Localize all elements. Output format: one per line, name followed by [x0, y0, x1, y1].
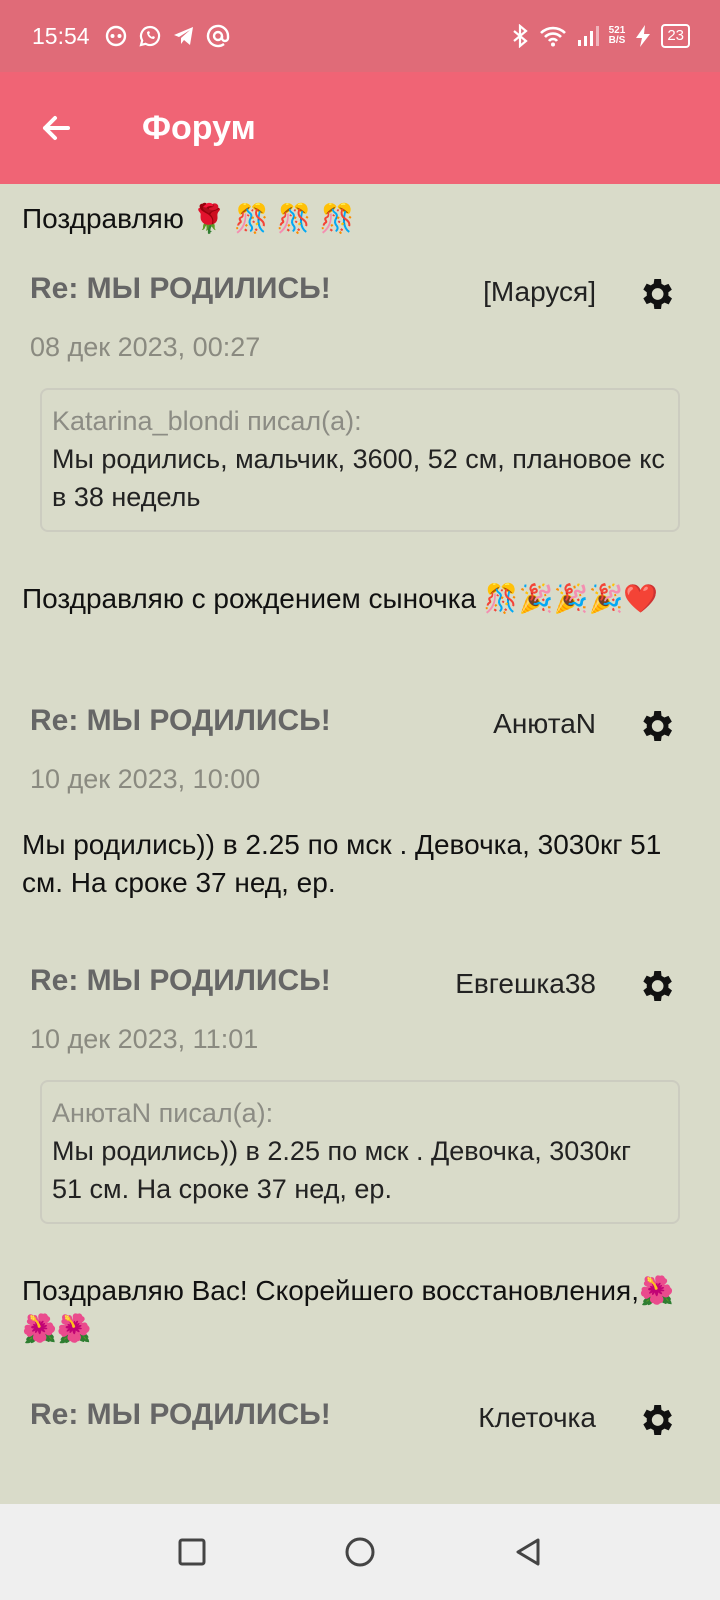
- post-title: Re: МЫ РОДИЛИСЬ!: [30, 704, 331, 737]
- post-text: Поздравляю Вас! Скорейшего восстановлени…: [22, 1275, 674, 1344]
- post-title: Re: МЫ РОДИЛИСЬ!: [30, 272, 331, 305]
- at-icon: [206, 24, 230, 48]
- home-circle-icon: [345, 1537, 375, 1567]
- home-button[interactable]: [330, 1522, 390, 1582]
- forum-post: Re: МЫ РОДИЛИСЬ! Евгешка38 10 дек 2023, …: [0, 952, 720, 1368]
- net-speed: 521 B/S: [609, 26, 626, 46]
- forum-post: Re: МЫ РОДИЛИСЬ! Клеточка: [0, 1386, 720, 1504]
- gear-icon[interactable]: [636, 706, 676, 746]
- telegram-icon: [172, 24, 196, 48]
- charging-icon: [635, 25, 651, 47]
- post-title: Re: МЫ РОДИЛИСЬ!: [30, 964, 331, 997]
- vpn-icon: [104, 24, 128, 48]
- post-author[interactable]: [Маруся]: [483, 276, 596, 308]
- whatsapp-icon: [138, 24, 162, 48]
- page-title: Форум: [142, 108, 256, 147]
- quote-text: Мы родились, мальчик, 3600, 52 см, плано…: [52, 444, 665, 512]
- forum-post: Re: МЫ РОДИЛИСЬ! АнютаN 10 дек 2023, 10:…: [0, 692, 720, 926]
- post-date: 10 дек 2023, 10:00: [30, 764, 261, 794]
- gear-icon[interactable]: [636, 274, 676, 314]
- post-date: 08 дек 2023, 00:27: [30, 332, 261, 362]
- post-header: Re: МЫ РОДИЛИСЬ! Евгешка38 10 дек 2023, …: [0, 952, 720, 1080]
- gear-icon[interactable]: [636, 966, 676, 1006]
- post-text: Поздравляю с рождением сыночка 🎊🎉🎉🎉❤️: [22, 583, 659, 614]
- status-time: 15:54: [32, 22, 90, 49]
- wifi-icon: [539, 25, 567, 47]
- net-speed-unit: B/S: [608, 35, 626, 46]
- post-author[interactable]: Евгешка38: [455, 968, 596, 1000]
- arrow-left-icon: [43, 116, 70, 140]
- forum-post: Re: МЫ РОДИЛИСЬ! [Маруся] 08 дек 2023, 0…: [0, 260, 720, 676]
- status-bar: 15:54 521 B/S 23: [0, 0, 720, 72]
- gear-icon[interactable]: [636, 1400, 676, 1440]
- battery-level: 23: [661, 24, 690, 48]
- post-title: Re: МЫ РОДИЛИСЬ!: [30, 1398, 331, 1431]
- quote-block: АнютаN писал(а): Мы родились)) в 2.25 по…: [40, 1080, 680, 1224]
- quote-author: Katarina_blondi писал(а):: [52, 406, 362, 436]
- quote-text: Мы родились)) в 2.25 по мск . Девочка, 3…: [52, 1136, 631, 1204]
- post-text: Мы родились)) в 2.25 по мск . Девочка, 3…: [22, 829, 662, 898]
- recents-button[interactable]: [162, 1522, 222, 1582]
- bluetooth-icon: [511, 24, 529, 48]
- quote-author: АнютаN писал(а):: [52, 1098, 274, 1128]
- post-author[interactable]: Клеточка: [478, 1402, 596, 1434]
- back-triangle-icon: [516, 1538, 540, 1566]
- system-nav-bar: [0, 1504, 720, 1600]
- post-author[interactable]: АнютаN: [493, 708, 596, 740]
- post-date: 10 дек 2023, 11:01: [30, 1024, 259, 1054]
- quote-block: Katarina_blondi писал(а): Мы родились, м…: [40, 388, 680, 532]
- signal-icon: [577, 26, 599, 46]
- post-text-intro: Поздравляю 🌹 🎊 🎊 🎊: [22, 203, 355, 234]
- post-header: Re: МЫ РОДИЛИСЬ! Клеточка: [0, 1386, 720, 1504]
- recents-square-icon: [178, 1538, 206, 1566]
- status-right: 521 B/S 23: [511, 24, 690, 48]
- post-header: Re: МЫ РОДИЛИСЬ! [Маруся] 08 дек 2023, 0…: [0, 260, 720, 388]
- status-left: 15:54: [32, 23, 230, 50]
- back-button[interactable]: [28, 100, 84, 156]
- post-header: Re: МЫ РОДИЛИСЬ! АнютаN 10 дек 2023, 10:…: [0, 692, 720, 820]
- app-bar: Форум: [0, 72, 720, 184]
- system-back-button[interactable]: [498, 1522, 558, 1582]
- forum-thread[interactable]: Поздравляю 🌹 🎊 🎊 🎊 Re: МЫ РОДИЛИСЬ! [Мар…: [0, 184, 720, 1504]
